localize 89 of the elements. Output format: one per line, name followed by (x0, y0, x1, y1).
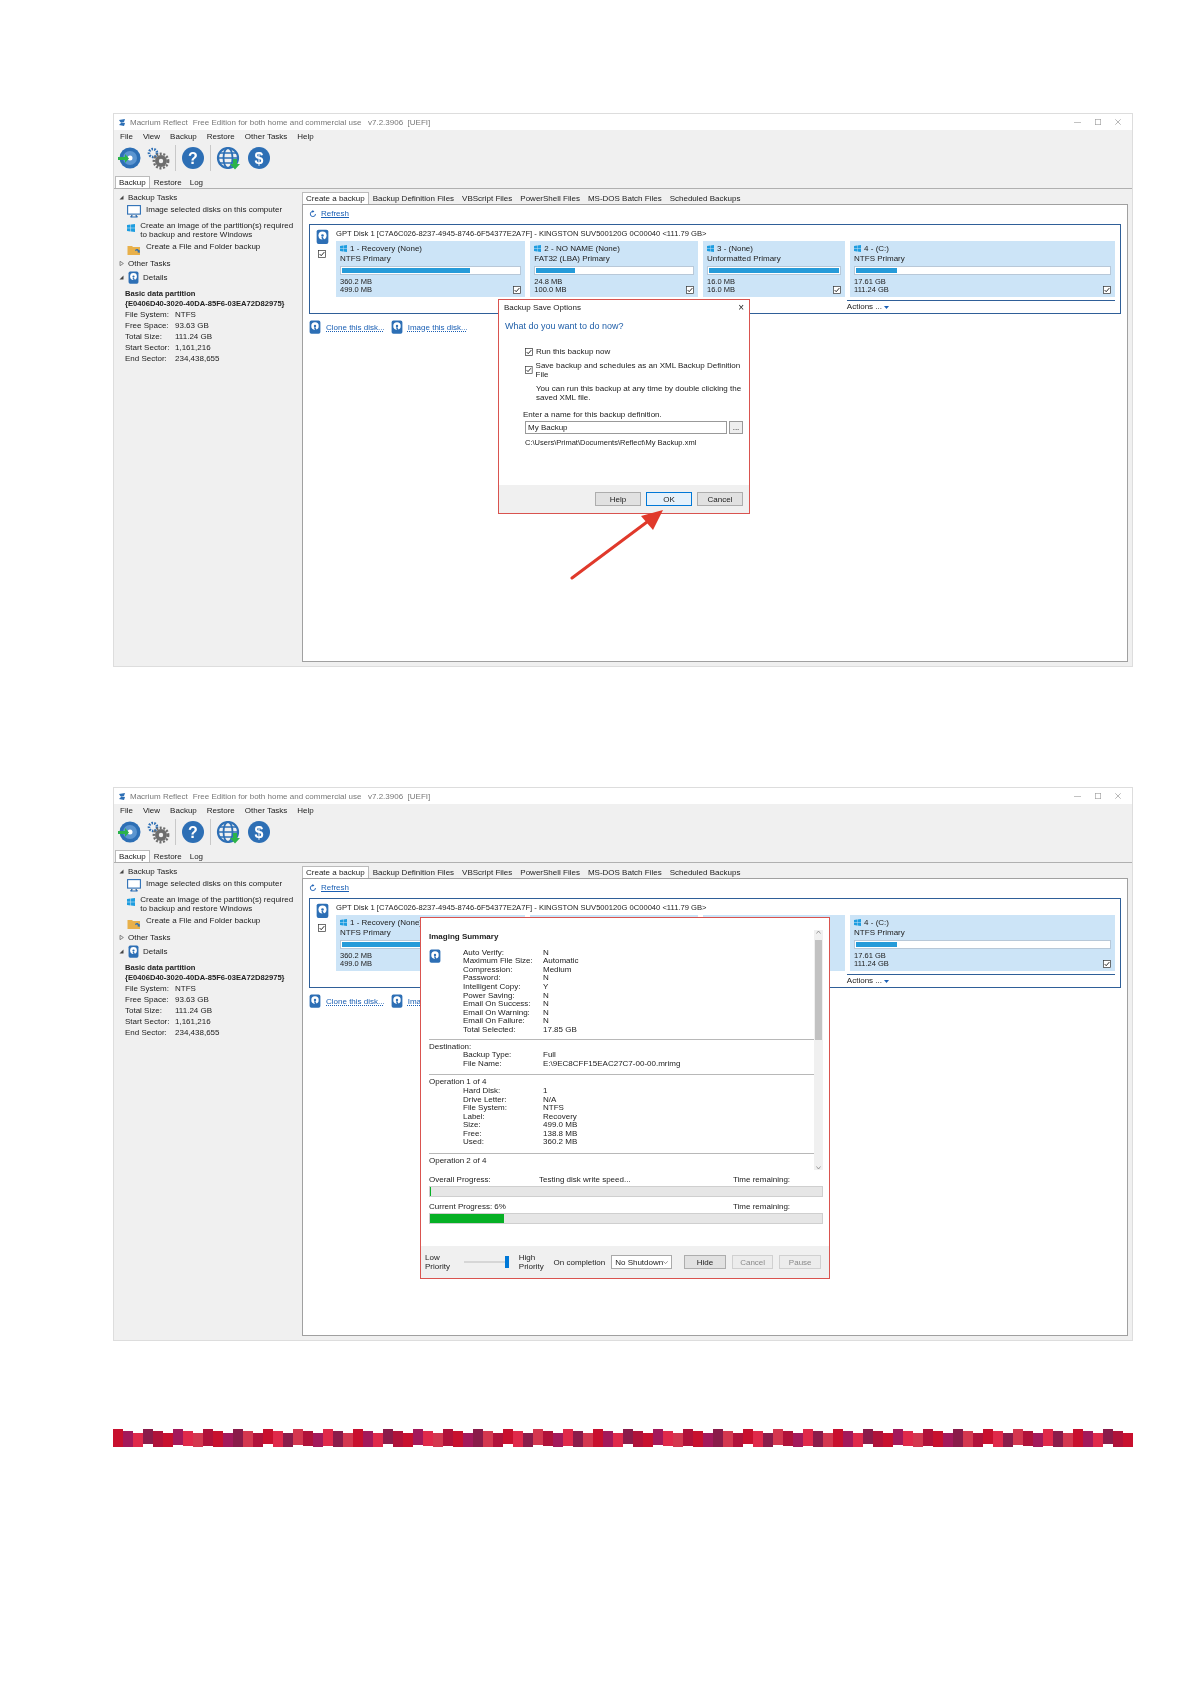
partition-title: 4 - (C:) (864, 918, 889, 927)
partition-type: NTFS Primary (340, 928, 391, 937)
summary-key: Maximum File Size: (463, 957, 543, 966)
details-value: 93.63 GB (175, 321, 210, 331)
details-key: End Sector: (125, 354, 175, 364)
details-key: Total Size: (125, 332, 175, 342)
details-value: 111.24 GB (175, 1006, 214, 1016)
partition-type: FAT32 (LBA) Primary (534, 254, 610, 263)
progress-label: Current Progress: 6% (429, 1202, 507, 1211)
summary-value: N (543, 974, 550, 983)
summary-key: File System: (463, 1104, 543, 1113)
summary-value: Full (543, 1051, 557, 1060)
details-value: NTFS (175, 310, 197, 320)
slider-label: High Priority (518, 1253, 545, 1271)
summary-key: Email On Warning: (463, 1008, 543, 1018)
summary-key: Password: (463, 974, 543, 983)
details-value: NTFS (175, 984, 197, 994)
summary-value: 138.8 MB (543, 1129, 579, 1139)
partition-type: NTFS Primary (854, 254, 905, 263)
summary-key: Hard Disk: (463, 1086, 543, 1096)
summary-key: Backup Type: (463, 1051, 543, 1060)
details-key: Free Space: (125, 995, 175, 1005)
details-key: Start Sector: (125, 1017, 175, 1027)
progress-status: Testing disk write speed... (539, 1175, 632, 1184)
details-key: File System: (125, 310, 175, 320)
time-remaining: Time remaining: (733, 1202, 792, 1211)
summary-key: Total Selected: (463, 1025, 543, 1035)
summary-value: 360.2 MB (543, 1138, 579, 1148)
details-value: 1,161,216 (175, 343, 212, 353)
section-title: Operation 2 of 4 (429, 1156, 487, 1166)
summary-value: 17.85 GB (543, 1025, 578, 1035)
details-value: 234,438,655 (175, 354, 221, 364)
summary-key: Intelligent Copy: (463, 982, 543, 992)
summary-value: Recovery (543, 1112, 578, 1121)
summary-value: N (543, 991, 550, 1001)
summary-key: Compression: (463, 965, 543, 975)
partition-title: 3 - (None) (716, 244, 753, 253)
details-key: File System: (125, 984, 175, 994)
summary-value: 499.0 MB (543, 1121, 579, 1130)
summary-value: Y (543, 982, 550, 992)
partition-title: 2 - NO NAME (None) (544, 244, 620, 253)
summary-key: Free: (463, 1129, 543, 1139)
completion-label: On completion (553, 1257, 606, 1267)
window-title: Macrium Reflect (130, 117, 188, 127)
dialog-title: Backup Save Options (504, 303, 581, 312)
window-subtitle: Free Edition for both home and commercial use v7.2.3906 [UEFI] (192, 117, 431, 127)
summary-key: Auto Verify: (463, 948, 543, 958)
summary-key: Label: (463, 1112, 543, 1122)
summary-value: Medium (543, 965, 573, 975)
field-label: Enter a name for this backup definition. (522, 410, 663, 419)
summary-value: Automatic (543, 957, 580, 966)
partition-type: Unformatted Primary (706, 254, 781, 263)
summary-value: E:\9EC8CFF15EAC27C7-00-00.mrimg (543, 1059, 682, 1069)
slider-label: Low Priority (425, 1253, 451, 1271)
section-title: Operation 1 of 4 (429, 1077, 487, 1087)
window-subtitle: Free Edition for both home and commercial use v7.2.3906 [UEFI] (192, 791, 431, 801)
dialog-heading: What do you want to do now? (505, 321, 625, 331)
summary-value: N (543, 1008, 550, 1018)
details-value: 234,438,655 (175, 1028, 221, 1038)
time-remaining: Time remaining: (733, 1175, 792, 1184)
partition-type: NTFS Primary (340, 254, 391, 263)
summary-value: N/A (543, 1095, 558, 1105)
summary-key: Drive Letter: (463, 1095, 543, 1105)
section-title: Destination: (429, 1041, 472, 1051)
details-key: Start Sector: (125, 343, 175, 353)
details-value: 111.24 GB (175, 332, 214, 342)
note-text: You can run this backup at any time by double clicking the saved XML file. (535, 384, 743, 402)
summary-value: N (543, 1017, 550, 1026)
progress-label: Overall Progress: (429, 1175, 492, 1184)
details-key: End Sector: (125, 1028, 175, 1038)
partition-type: NTFS Primary (854, 928, 905, 937)
summary-value: NTFS (543, 1104, 565, 1113)
summary-key: Used: (463, 1138, 543, 1148)
details-value: 93.63 GB (175, 995, 210, 1005)
summary-key: Size: (463, 1121, 543, 1130)
details-key: Free Space: (125, 321, 175, 331)
window-title: Macrium Reflect (130, 791, 188, 801)
partition-title: 4 - (C:) (864, 244, 889, 253)
summary-key: Email On Failure: (463, 1017, 543, 1026)
summary-value: N (543, 948, 550, 958)
summary-key: File Name: (463, 1059, 543, 1069)
summary-key: Email On Success: (463, 1000, 543, 1009)
partition-title: 1 - Recovery (None) (350, 244, 423, 253)
details-key: Total Size: (125, 1006, 175, 1016)
summary-value: N (543, 1000, 550, 1009)
summary-value: 1 (543, 1086, 549, 1096)
summary-key: Power Saving: (463, 991, 543, 1001)
summary-heading: Imaging Summary (429, 933, 500, 942)
details-value: 1,161,216 (175, 1017, 212, 1027)
